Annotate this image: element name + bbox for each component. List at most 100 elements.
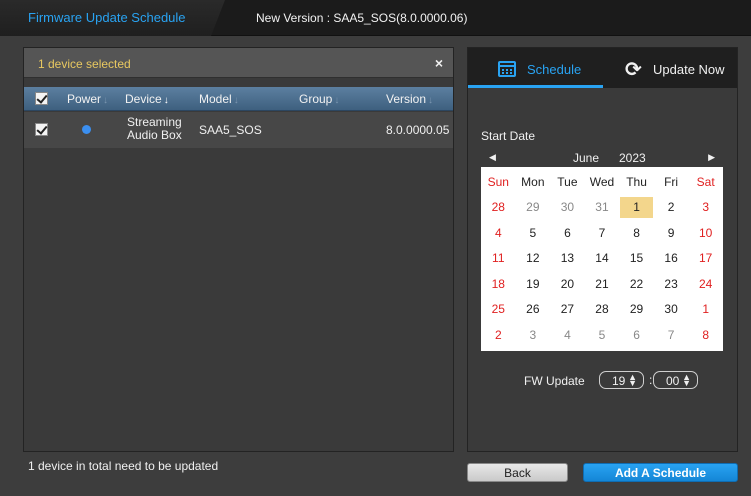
tab-update-now[interactable]: ⟳ Update Now <box>603 48 737 88</box>
minute-stepper[interactable]: 00 ▲ ▼ <box>653 371 698 389</box>
calendar-day[interactable]: 19 <box>516 271 551 297</box>
calendar-day[interactable]: 12 <box>516 246 551 272</box>
calendar-year[interactable]: 2023 <box>619 151 646 165</box>
calendar-day[interactable]: 8 <box>688 322 723 348</box>
calendar-day[interactable]: 6 <box>550 220 585 246</box>
calendar-day[interactable]: 4 <box>550 322 585 348</box>
calendar-day[interactable]: 6 <box>619 322 654 348</box>
sort-icon: ↓ <box>233 95 239 106</box>
calendar-day[interactable]: 26 <box>516 297 551 323</box>
calendar-day-selected[interactable]: 1 <box>620 196 653 218</box>
calendar-day[interactable]: 10 <box>688 220 723 246</box>
calendar-day[interactable]: 29 <box>516 195 551 221</box>
calendar-day[interactable]: 21 <box>585 271 620 297</box>
calendar-day[interactable]: 31 <box>585 195 620 221</box>
sort-active-icon: ↓ <box>163 95 169 106</box>
calendar-month[interactable]: June <box>573 151 599 165</box>
calendar-day[interactable]: 5 <box>516 220 551 246</box>
time-separator: : <box>649 373 653 387</box>
selected-count-text: 1 device selected <box>38 57 131 71</box>
fw-update-label: FW Update <box>524 374 585 388</box>
calendar-day[interactable]: 2 <box>654 195 689 221</box>
row-checkbox[interactable] <box>35 123 48 136</box>
column-header-model[interactable]: Model ↓ <box>199 92 239 106</box>
device-panel: 1 device selected × Power ↓ Device ↓ Model… <box>23 47 454 452</box>
calendar-day[interactable]: 25 <box>481 297 516 323</box>
select-all-checkbox[interactable] <box>35 92 48 105</box>
weekday-header: Wed <box>589 174 615 189</box>
column-header-version[interactable]: Version ↓ <box>386 92 433 106</box>
calendar-day[interactable]: 18 <box>481 271 516 297</box>
stepper-arrows-icon[interactable]: ▲ ▼ <box>628 373 637 388</box>
calendar-day[interactable]: 16 <box>654 246 689 272</box>
date-picker: ◀ June 2023 ▶ Sun Mon Tue Wed Thu Fri Sat 28 29 3… <box>481 149 723 351</box>
tab-bar: Schedule ⟳ Update Now <box>468 48 737 88</box>
start-date-label: Start Date <box>481 129 536 143</box>
calendar-day[interactable]: 30 <box>654 297 689 323</box>
calendar-day[interactable]: 30 <box>550 195 585 221</box>
table-row[interactable]: Streaming Audio Box SAA5_SOS 8.0.0000.05 <box>24 112 453 148</box>
close-icon[interactable]: × <box>435 55 443 71</box>
next-month-icon[interactable]: ▶ <box>708 152 715 163</box>
hour-stepper[interactable]: 19 ▲ ▼ <box>599 371 644 389</box>
calendar-day[interactable]: 22 <box>619 271 654 297</box>
tab-schedule-label: Schedule <box>527 62 582 77</box>
device-name-cell: Streaming Audio Box <box>127 115 182 142</box>
calendar-day[interactable]: 8 <box>619 220 654 246</box>
column-header-group[interactable]: Group ↓ <box>299 92 339 106</box>
add-schedule-button[interactable]: Add A Schedule <box>583 463 738 482</box>
sort-icon: ↓ <box>334 95 340 106</box>
calendar-day[interactable]: 7 <box>585 220 620 246</box>
hour-value: 19 <box>612 374 626 388</box>
calendar-day[interactable]: 5 <box>585 322 620 348</box>
calendar-day[interactable]: 3 <box>688 195 723 221</box>
weekday-header: Fri <box>664 174 679 189</box>
selection-bar: 1 device selected × <box>24 48 453 78</box>
calendar-day[interactable]: 23 <box>654 271 689 297</box>
weekday-header: Sun <box>487 174 509 189</box>
device-table: Power ↓ Device ↓ Model ↓ Group ↓ Version ↓ St… <box>24 87 453 451</box>
calendar-day[interactable]: 17 <box>688 246 723 272</box>
weekday-header: Tue <box>557 174 578 189</box>
calendar-icon <box>498 61 516 77</box>
column-header-power[interactable]: Power ↓ <box>67 92 108 106</box>
calendar-day[interactable]: 15 <box>619 246 654 272</box>
stepper-arrows-icon[interactable]: ▲ ▼ <box>682 373 691 388</box>
calendar-day[interactable]: 11 <box>481 246 516 272</box>
calendar-day[interactable]: 9 <box>654 220 689 246</box>
table-header: Power ↓ Device ↓ Model ↓ Group ↓ Version ↓ <box>24 87 453 111</box>
power-status-icon <box>82 125 91 134</box>
calendar-day[interactable]: 2 <box>481 322 516 348</box>
calendar-day[interactable]: 28 <box>585 297 620 323</box>
schedule-panel: Schedule ⟳ Update Now Start Date ◀ June … <box>467 47 738 452</box>
refresh-icon: ⟳ <box>625 59 642 81</box>
tab-update-now-label: Update Now <box>653 62 725 77</box>
calendar-day[interactable]: 3 <box>516 322 551 348</box>
column-header-device[interactable]: Device ↓ <box>125 92 169 106</box>
calendar-day[interactable]: 29 <box>619 297 654 323</box>
calendar-day[interactable]: 13 <box>550 246 585 272</box>
title-bar: Firmware Update Schedule New Version : S… <box>0 0 751 36</box>
calendar-day[interactable]: 4 <box>481 220 516 246</box>
weekday-header: Mon <box>521 174 545 189</box>
calendar-day[interactable]: 7 <box>654 322 689 348</box>
minute-value: 00 <box>666 374 680 388</box>
sort-icon: ↓ <box>103 95 109 106</box>
calendar-grid: Sun Mon Tue Wed Thu Fri Sat 28 29 30 31 1 2 3 4 5 6 7 8 9 10… <box>481 169 723 348</box>
tab-schedule[interactable]: Schedule <box>468 48 603 88</box>
sort-icon: ↓ <box>428 95 434 106</box>
prev-month-icon[interactable]: ◀ <box>489 152 496 163</box>
calendar-day[interactable]: 20 <box>550 271 585 297</box>
calendar-day[interactable]: 27 <box>550 297 585 323</box>
calendar-day[interactable]: 28 <box>481 195 516 221</box>
window-title: Firmware Update Schedule <box>28 10 186 25</box>
weekday-header: Thu <box>626 174 647 189</box>
calendar-day[interactable]: 24 <box>688 271 723 297</box>
weekday-header: Sat <box>696 174 715 189</box>
calendar-day[interactable]: 14 <box>585 246 620 272</box>
active-tab-indicator <box>468 85 603 88</box>
devices-total-text: 1 device in total need to be updated <box>28 459 219 473</box>
calendar-day[interactable]: 1 <box>688 297 723 323</box>
back-button[interactable]: Back <box>467 463 568 482</box>
version-cell: 8.0.0000.05 <box>386 123 450 137</box>
